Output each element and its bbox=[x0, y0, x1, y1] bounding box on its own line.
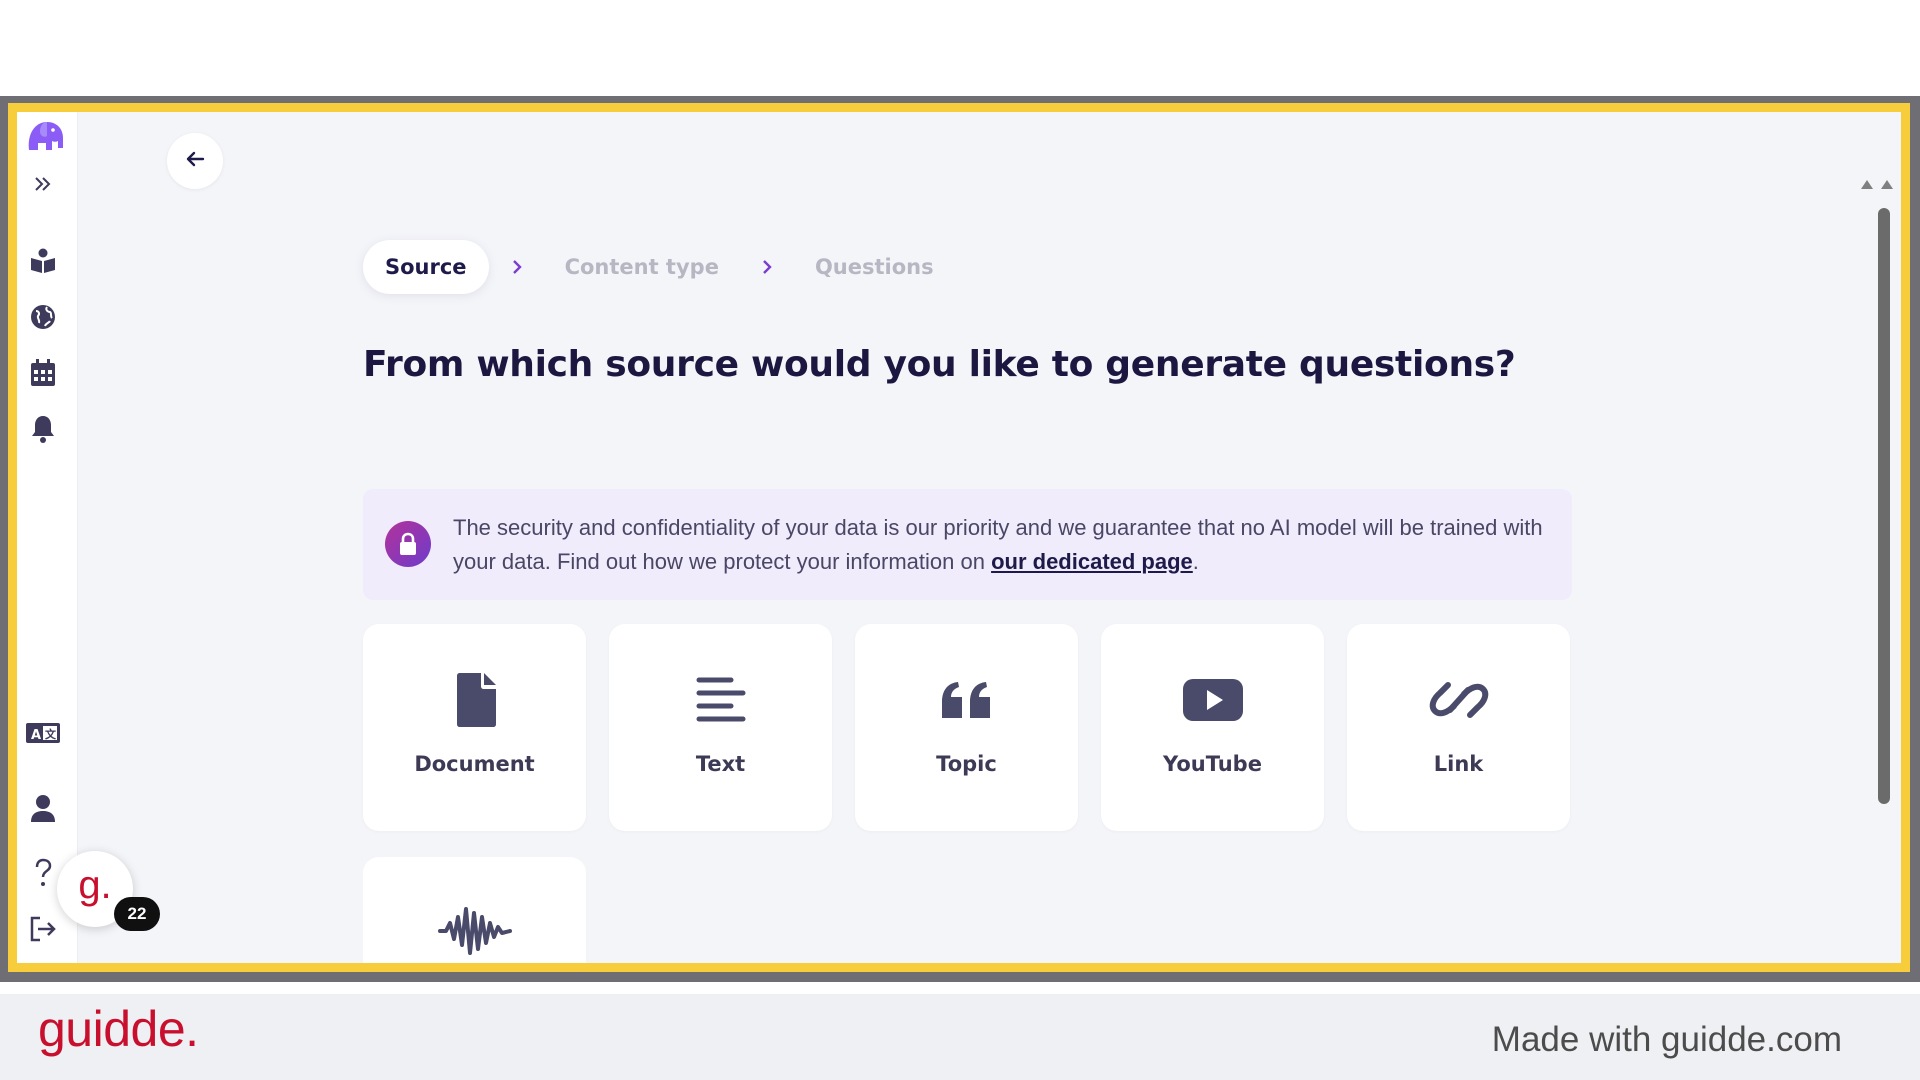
source-card-link[interactable]: Link bbox=[1347, 624, 1570, 831]
arrow-left-icon bbox=[184, 148, 206, 174]
help-icon[interactable] bbox=[25, 855, 61, 891]
stepper: Source Content type Questions bbox=[363, 239, 954, 295]
back-button[interactable] bbox=[167, 133, 223, 189]
svg-text:A: A bbox=[31, 728, 41, 743]
footer: guidde. Made with guidde.com bbox=[0, 994, 1920, 1080]
user-icon[interactable] bbox=[25, 790, 61, 826]
source-card-text[interactable]: Text bbox=[609, 624, 832, 831]
document-icon bbox=[363, 670, 586, 730]
logout-icon[interactable] bbox=[25, 911, 61, 947]
step-questions: Questions bbox=[814, 255, 934, 279]
youtube-icon bbox=[1101, 670, 1324, 730]
source-card-label: Document bbox=[414, 752, 535, 776]
screenshot-frame: A文 Source Content type Questions From wh… bbox=[0, 96, 1920, 982]
guidde-logo: guidde. bbox=[38, 1001, 199, 1057]
guidde-badge-letter: g. bbox=[78, 862, 112, 907]
step-count-badge: 22 bbox=[114, 897, 160, 931]
expand-icon[interactable] bbox=[25, 166, 61, 202]
globe-icon[interactable] bbox=[25, 299, 61, 335]
privacy-notice-text: The security and confidentiality of your… bbox=[453, 511, 1553, 579]
source-card-youtube[interactable]: YouTube bbox=[1101, 624, 1324, 831]
source-card-document[interactable]: Document bbox=[363, 624, 586, 831]
scrollbar-thumb[interactable] bbox=[1878, 208, 1890, 804]
source-card-label: Link bbox=[1433, 752, 1484, 776]
quote-icon bbox=[855, 670, 1078, 730]
chevron-right-icon bbox=[739, 258, 795, 276]
top-margin bbox=[0, 0, 1920, 96]
highlight-border: A文 Source Content type Questions From wh… bbox=[8, 103, 1910, 972]
calendar-icon[interactable] bbox=[25, 355, 61, 391]
audio-wave-icon bbox=[363, 901, 586, 961]
scroll-up-arrow[interactable] bbox=[1861, 180, 1873, 189]
step-content-type: Content type bbox=[564, 255, 719, 279]
link-icon bbox=[1347, 670, 1570, 730]
bell-icon[interactable] bbox=[25, 411, 61, 447]
source-card-audio[interactable] bbox=[363, 857, 586, 963]
language-icon[interactable]: A文 bbox=[25, 715, 61, 751]
svg-text:文: 文 bbox=[45, 727, 57, 741]
dedicated-page-link[interactable]: our dedicated page bbox=[991, 549, 1193, 574]
scroll-up-arrow[interactable] bbox=[1881, 180, 1893, 189]
made-with-text: Made with guidde.com bbox=[1491, 1020, 1842, 1059]
step-source[interactable]: Source bbox=[363, 240, 489, 294]
page-title: From which source would you like to gene… bbox=[363, 344, 1516, 385]
source-card-label: YouTube bbox=[1163, 752, 1262, 776]
privacy-notice: The security and confidentiality of your… bbox=[363, 489, 1572, 600]
text-lines-icon bbox=[609, 670, 832, 730]
sidebar: A文 bbox=[17, 112, 78, 963]
privacy-notice-suffix: . bbox=[1192, 549, 1199, 574]
lock-icon bbox=[385, 521, 431, 567]
source-card-label: Topic bbox=[936, 752, 997, 776]
chevron-right-icon bbox=[489, 258, 545, 276]
elephant-logo-icon[interactable] bbox=[23, 114, 67, 158]
source-card-label: Text bbox=[695, 752, 746, 776]
library-icon[interactable] bbox=[25, 243, 61, 279]
source-card-topic[interactable]: Topic bbox=[855, 624, 1078, 831]
